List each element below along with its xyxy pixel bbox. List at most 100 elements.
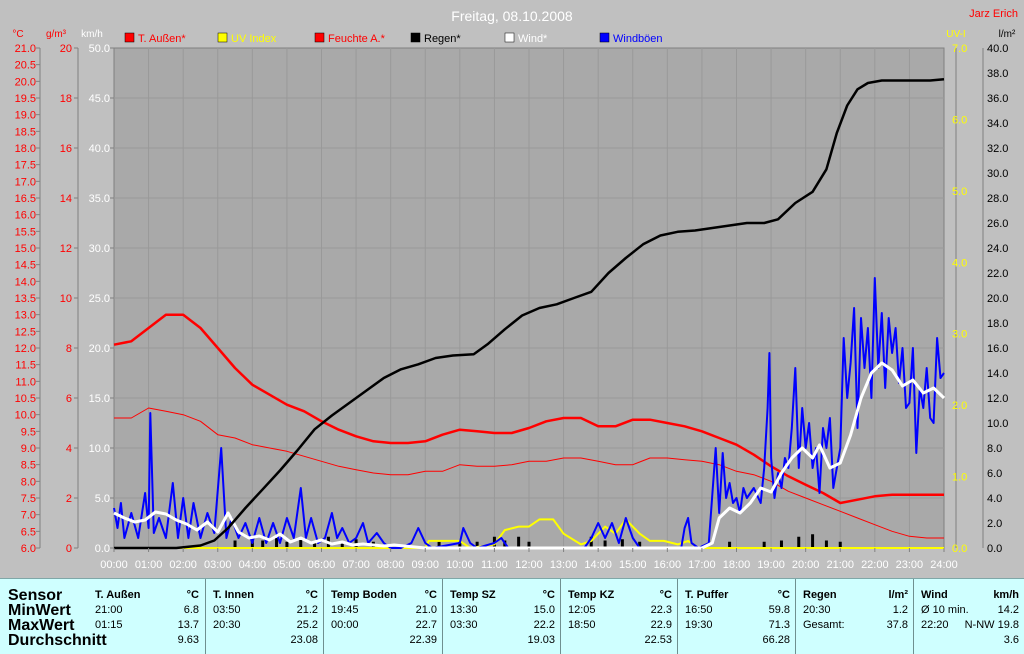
stat-sensor-name: Wind: [921, 589, 948, 601]
humidity-tick-label: 0: [66, 543, 72, 555]
temp-tick-label: 15.0: [15, 243, 36, 255]
temp-tick-label: 7.5: [21, 493, 36, 505]
legend-label: UV Index: [231, 33, 277, 45]
stat-max-time: 01:15: [95, 619, 123, 631]
x-tick-label: 23:00: [896, 559, 924, 571]
temp-tick-label: 11.0: [15, 376, 36, 388]
stat-sensor-name: T. Puffer: [685, 589, 729, 601]
stat-min-value: 22.3: [650, 604, 672, 616]
rain-tick-label: 4.0: [987, 493, 1002, 505]
legend-label: Regen*: [424, 33, 461, 45]
rain-tick-label: 12.0: [987, 393, 1008, 405]
wind-axis-unit: km/h: [81, 29, 103, 40]
stat-sensor-name: T. Außen: [95, 589, 141, 601]
row-label-sensor: Sensor: [8, 587, 63, 604]
rain-tick-label: 6.0: [987, 468, 1002, 480]
stat-avg-value: 3.6: [1003, 634, 1019, 646]
stat-max-value: 22.9: [650, 619, 672, 631]
humidity-tick-label: 4: [66, 443, 72, 455]
temp-tick-label: 18.0: [15, 143, 36, 155]
stat-max-value: 13.7: [177, 619, 199, 631]
rain-bar: [275, 538, 279, 548]
humidity-tick-label: 6: [66, 393, 72, 405]
wind-tick-label: 5.0: [95, 493, 110, 505]
temp-tick-label: 16.5: [15, 193, 36, 205]
stat-max-value: 22.2: [533, 619, 555, 631]
stat-max-time: 03:30: [450, 619, 478, 631]
wind-tick-label: 45.0: [89, 93, 110, 105]
stat-max-value: 71.3: [768, 619, 790, 631]
rain-tick-label: 18.0: [987, 318, 1008, 330]
temp-tick-label: 9.5: [21, 426, 36, 438]
rain-bar: [797, 536, 801, 548]
temp-tick-label: 8.5: [21, 460, 36, 472]
stat-min-value: 14.2: [997, 604, 1019, 616]
stat-max-time: 19:30: [685, 619, 713, 631]
temp-tick-label: 19.5: [15, 93, 36, 105]
stat-sensor-name: Temp Boden: [331, 589, 397, 601]
wind-tick-label: 20.0: [89, 343, 110, 355]
stat-sensor-name: Temp SZ: [450, 589, 496, 601]
row-label-max: MaxWert: [8, 617, 75, 634]
humidity-tick-label: 8: [66, 343, 72, 355]
rain-tick-label: 10.0: [987, 418, 1008, 430]
stat-unit: °C: [659, 589, 672, 601]
rain-bar: [261, 540, 265, 548]
stat-unit: °C: [424, 589, 437, 601]
legend-swatch: [410, 32, 421, 43]
stat-column: Temp SZ °C 13:30 15.0 03:30 22.2 19.03: [442, 579, 561, 654]
humidity-axis-unit: g/m³: [46, 29, 67, 40]
stat-min-time: 03:50: [213, 604, 241, 616]
stat-min-value: 15.0: [533, 604, 555, 616]
stat-unit: °C: [777, 589, 790, 601]
rain-bar: [517, 536, 521, 548]
stat-max-time: Gesamt:: [803, 619, 845, 631]
temp-tick-label: 13.0: [15, 310, 36, 322]
stat-min-time: 21:00: [95, 604, 123, 616]
temp-tick-label: 17.0: [15, 176, 36, 188]
wind-tick-label: 35.0: [89, 193, 110, 205]
x-tick-label: 15:00: [619, 559, 647, 571]
temp-tick-label: 18.5: [15, 126, 36, 138]
legend-label: Feuchte A.*: [328, 33, 386, 45]
temp-tick-label: 13.5: [15, 293, 36, 305]
stat-sensor-name: Regen: [803, 589, 837, 601]
stat-min-value: 21.2: [296, 604, 318, 616]
statistics-table: Sensor MinWert MaxWert Durchschnitt T. A…: [0, 578, 1024, 654]
stat-max-value: 37.8: [886, 619, 908, 631]
stat-min-value: 6.8: [183, 604, 199, 616]
stat-unit: km/h: [993, 589, 1019, 601]
uv-tick-label: 2.0: [952, 400, 967, 412]
rain-tick-label: 28.0: [987, 193, 1008, 205]
stat-unit: °C: [542, 589, 555, 601]
rain-tick-label: 2.0: [987, 518, 1002, 530]
x-tick-label: 04:00: [239, 559, 267, 571]
rain-tick-label: 8.0: [987, 443, 1002, 455]
stat-max-value: N-NW 19.8: [964, 619, 1019, 631]
x-tick-label: 21:00: [826, 559, 854, 571]
stat-unit: °C: [186, 589, 199, 601]
x-tick-label: 12:00: [515, 559, 543, 571]
stat-min-time: Ø 10 min.: [921, 604, 969, 616]
temp-tick-label: 15.5: [15, 226, 36, 238]
uv-tick-label: 7.0: [952, 43, 967, 55]
stat-avg-value: 66.28: [762, 634, 790, 646]
temp-tick-label: 20.5: [15, 60, 36, 72]
temp-tick-label: 11.5: [15, 360, 36, 372]
temp-axis-unit: °C: [12, 29, 23, 40]
rain-tick-label: 36.0: [987, 93, 1008, 105]
wind-tick-label: 15.0: [89, 393, 110, 405]
temp-tick-label: 19.0: [15, 110, 36, 122]
rain-tick-label: 38.0: [987, 68, 1008, 80]
stat-max-value: 22.7: [415, 619, 437, 631]
rain-tick-label: 32.0: [987, 143, 1008, 155]
uv-tick-label: 1.0: [952, 472, 967, 484]
wind-tick-label: 10.0: [89, 443, 110, 455]
chart-author: Jarz Erich: [969, 8, 1018, 20]
x-tick-label: 17:00: [688, 559, 716, 571]
rain-axis-unit: l/m²: [999, 29, 1016, 40]
stat-avg-value: 9.63: [177, 634, 199, 646]
stat-max-time: 18:50: [568, 619, 596, 631]
temp-tick-label: 6.0: [21, 543, 36, 555]
weather-chart: Freitag, 08.10.2008 Jarz Erich T. Außen*…: [0, 0, 1024, 578]
